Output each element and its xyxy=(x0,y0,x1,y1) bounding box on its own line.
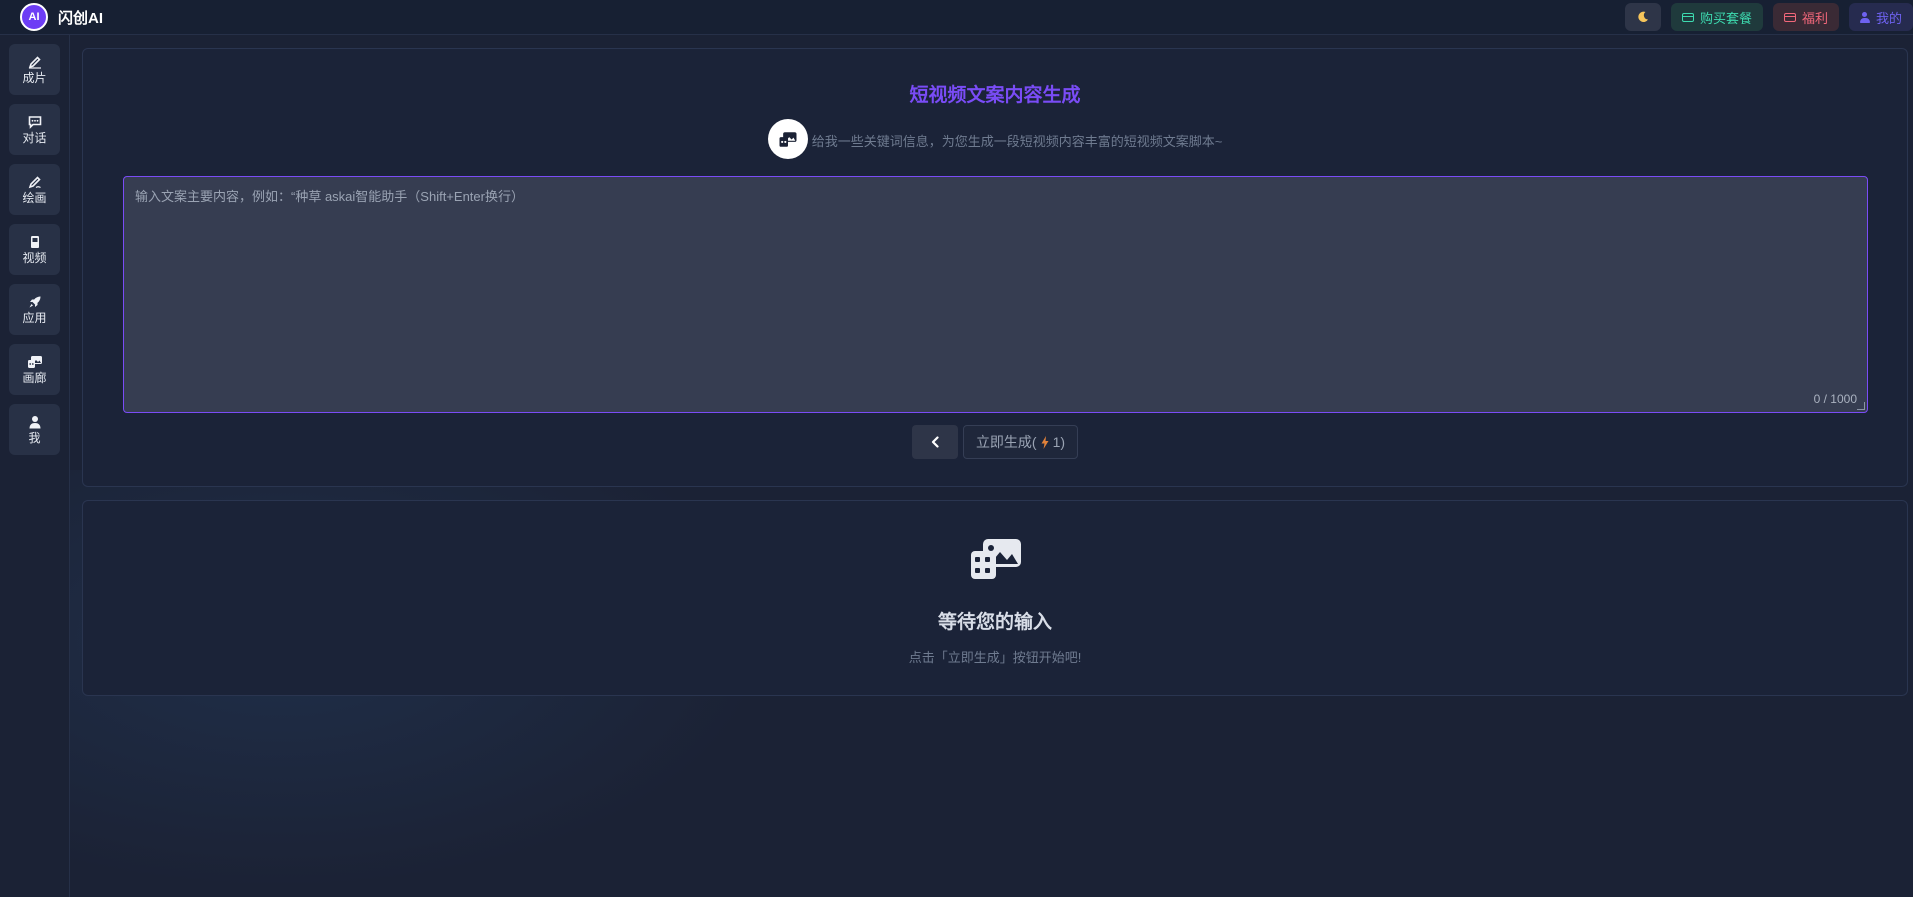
back-button[interactable] xyxy=(911,425,958,459)
rocket-icon xyxy=(29,296,40,307)
sidebar-item-label: 对话 xyxy=(22,130,47,145)
sidebar: 成片 对话 绘画 视频 应用 画廊 我 xyxy=(0,35,70,897)
page-title: 短视频文案内容生成 xyxy=(909,85,1081,106)
bolt-icon xyxy=(1041,435,1049,449)
gallery-icon xyxy=(27,355,42,368)
mine-button[interactable]: 我的 xyxy=(1848,3,1913,31)
sidebar-item-label: 视频 xyxy=(22,250,47,265)
content-input-wrapper: 0 / 1000 xyxy=(123,176,1868,413)
sidebar-item-apps[interactable]: 应用 xyxy=(9,284,60,335)
generate-label: 立即生成( xyxy=(975,434,1037,450)
edit-icon xyxy=(28,55,41,69)
resize-handle[interactable] xyxy=(1857,402,1865,410)
generate-cost: 1) xyxy=(1052,434,1066,450)
actions-row: 立即生成( 1) xyxy=(83,425,1907,459)
sidebar-item-label: 成片 xyxy=(22,70,47,85)
welfare-label: 福利 xyxy=(1801,10,1828,26)
gallery-icon xyxy=(971,539,1021,579)
sidebar-item-gallery[interactable]: 画廊 xyxy=(9,344,60,395)
app-title: 闪创AI xyxy=(58,9,104,27)
buy-package-label: 购买套餐 xyxy=(1699,10,1752,26)
video-icon xyxy=(30,235,39,248)
page-subtitle: 给我一些关键词信息，为您生成一段短视频内容丰富的短视频文案脚本~ xyxy=(811,133,1223,149)
logo[interactable]: AI 闪创AI xyxy=(20,3,103,31)
sidebar-item-label: 画廊 xyxy=(22,370,47,385)
welfare-button[interactable]: 福利 xyxy=(1772,3,1839,31)
result-panel: 等待您的输入 点击「立即生成」按钮开始吧! xyxy=(82,500,1908,696)
top-actions: 购买套餐 福利 我的 xyxy=(1624,3,1913,31)
sidebar-item-paint[interactable]: 绘画 xyxy=(9,164,60,215)
top-bar: AI 闪创AI 购买套餐 福利 我的 xyxy=(0,0,1913,35)
paint-icon xyxy=(28,175,41,188)
mine-label: 我的 xyxy=(1875,10,1902,26)
user-icon xyxy=(29,415,40,428)
empty-state-title: 等待您的输入 xyxy=(937,612,1052,633)
sidebar-item-label: 我 xyxy=(28,430,41,445)
sidebar-item-film[interactable]: 成片 xyxy=(9,44,60,95)
buy-package-button[interactable]: 购买套餐 xyxy=(1670,3,1763,31)
char-counter: 0 / 1000 xyxy=(1813,392,1857,406)
sidebar-item-label: 应用 xyxy=(22,310,47,325)
sidebar-item-me[interactable]: 我 xyxy=(9,404,60,455)
chevron-left-icon xyxy=(931,436,939,448)
generate-button[interactable]: 立即生成( 1) xyxy=(962,425,1079,459)
sidebar-item-video[interactable]: 视频 xyxy=(9,224,60,275)
gallery-icon xyxy=(767,119,808,159)
sidebar-item-label: 绘画 xyxy=(22,190,47,205)
sidebar-item-chat[interactable]: 对话 xyxy=(9,104,60,155)
empty-state-hint: 点击「立即生成」按钮开始吧! xyxy=(908,650,1082,665)
theme-toggle-button[interactable] xyxy=(1624,3,1661,31)
content-input[interactable] xyxy=(124,177,1867,412)
moon-icon xyxy=(1638,11,1648,23)
card-icon xyxy=(1783,12,1796,22)
chat-icon xyxy=(28,115,41,129)
subtitle-row: 给我一些关键词信息，为您生成一段短视频内容丰富的短视频文案脚本~ xyxy=(83,119,1907,159)
card-icon xyxy=(1681,12,1694,22)
user-icon xyxy=(1859,11,1870,23)
logo-icon: AI xyxy=(20,3,48,31)
generator-panel: 短视频文案内容生成 给我一些关键词信息，为您生成一段短视频内容丰富的短视频文案脚… xyxy=(82,48,1908,487)
